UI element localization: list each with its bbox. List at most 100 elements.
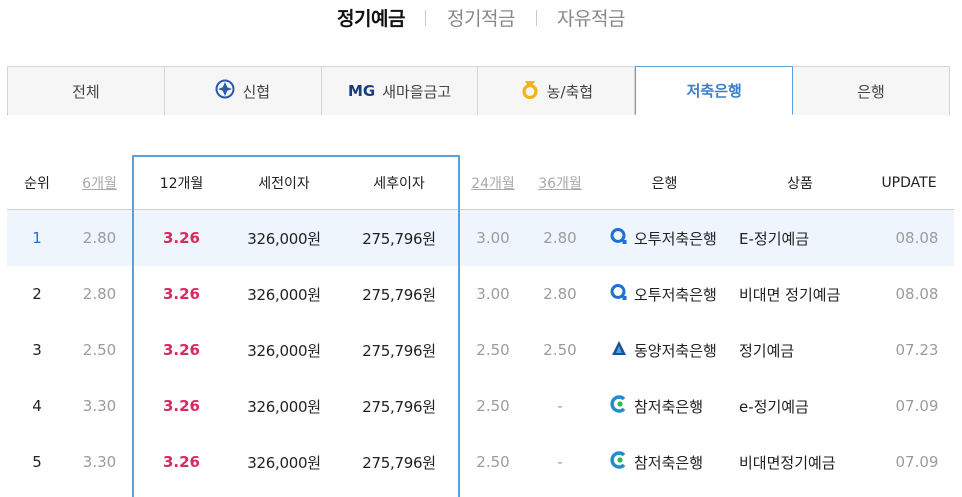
rate-12-month: 3.26	[162, 285, 200, 303]
pretax-interest: 326,000원	[247, 285, 321, 304]
tab-fixed-deposit[interactable]: 정기예금	[333, 4, 409, 31]
shinhyup-logo-icon	[215, 79, 235, 103]
pretax-interest: 326,000원	[247, 397, 321, 416]
table-row[interactable]: 1 2.80 3.26 326,000원 275,796원 3.00 2.80 …	[7, 210, 954, 266]
rank-value: 2	[32, 285, 42, 303]
bank-name: 오투저축은행	[634, 285, 717, 304]
header-36-month[interactable]: 36개월	[524, 155, 596, 210]
rate-6-month: 2.50	[82, 341, 117, 359]
pretax-interest: 326,000원	[247, 229, 321, 248]
rate-table: 순위 6개월 12개월 세전이자 세후이자 24개월 36개월 은행 상품 UP…	[7, 155, 954, 490]
dongyang-bank-logo-icon	[610, 339, 628, 361]
bank-name-link[interactable]: 동양저축은행	[610, 322, 735, 378]
tab-shinhyup[interactable]: 신협	[164, 67, 322, 115]
header-24-month[interactable]: 24개월	[462, 155, 524, 210]
rate-36-month: 2.80	[543, 285, 577, 303]
header-pretax-interest: 세전이자	[258, 175, 310, 192]
bank-name-link[interactable]: 오투저축은행	[610, 210, 735, 266]
rate-12-month: 3.26	[162, 341, 200, 359]
rate-24-month: 3.00	[476, 285, 510, 303]
update-date: 08.08	[895, 229, 939, 247]
tab-label: 새마을금고	[382, 82, 452, 101]
table-row[interactable]: 2 2.80 3.26 326,000원 275,796원 3.00 2.80 …	[7, 266, 954, 322]
bank-name-link[interactable]: 참저축은행	[610, 434, 735, 490]
rate-36-month: -	[557, 453, 563, 471]
aftertax-interest: 275,796원	[362, 397, 436, 416]
pretax-interest: 326,000원	[247, 341, 321, 360]
rate-6-month: 3.30	[82, 453, 117, 471]
tab-installment-savings[interactable]: 정기적금	[443, 4, 519, 31]
tab-nonghyup[interactable]: 농/축협	[478, 67, 636, 115]
tab-saemaeul[interactable]: MG 새마을금고	[321, 67, 479, 115]
tab-bank[interactable]: 은행	[793, 67, 950, 115]
tab-free-savings[interactable]: 자유적금	[553, 4, 629, 31]
header-divider	[7, 209, 954, 210]
product-name-link[interactable]: 비대면정기예금	[739, 434, 869, 490]
rate-12-month: 3.26	[162, 397, 200, 415]
rate-6-month: 2.80	[82, 229, 117, 247]
header-aftertax-interest: 세후이자	[373, 175, 425, 192]
rank-value: 3	[32, 341, 42, 359]
institution-tabs: 전체 신협 MG 새마을금고 농/축협 저축은행 은행	[7, 66, 950, 115]
bank-name-link[interactable]: 오투저축은행	[610, 266, 735, 322]
rank-value: 5	[32, 453, 42, 471]
header-bank: 은행	[651, 175, 678, 192]
tab-divider	[425, 9, 427, 26]
tab-label: 은행	[857, 82, 885, 101]
rate-24-month: 2.50	[476, 341, 510, 359]
pretax-interest: 326,000원	[247, 453, 321, 472]
rate-24-month: 3.00	[476, 229, 510, 247]
rate-6-month: 3.30	[82, 397, 117, 415]
cham-bank-logo-icon	[610, 395, 628, 417]
table-row[interactable]: 3 2.50 3.26 326,000원 275,796원 2.50 2.50 …	[7, 322, 954, 378]
tab-label: 저축은행	[686, 82, 742, 100]
rate-36-month: -	[557, 397, 563, 415]
nonghyup-logo-icon	[520, 79, 540, 103]
table-header-row: 순위 6개월 12개월 세전이자 세후이자 24개월 36개월 은행 상품 UP…	[7, 155, 954, 210]
rank-value: 4	[32, 397, 42, 415]
table-row[interactable]: 4 3.30 3.26 326,000원 275,796원 2.50 - 참저축…	[7, 378, 954, 434]
tab-divider	[535, 9, 537, 26]
tab-savings-bank[interactable]: 저축은행	[635, 66, 794, 115]
rate-24-month: 2.50	[476, 397, 510, 415]
tab-all[interactable]: 전체	[8, 67, 165, 115]
deposit-type-tabs: 정기예금 정기적금 자유적금	[0, 4, 962, 31]
rank-value: 1	[32, 229, 42, 247]
o2-bank-logo-icon	[610, 283, 628, 305]
o2-bank-logo-icon	[610, 227, 628, 249]
aftertax-interest: 275,796원	[362, 285, 436, 304]
rate-24-month: 2.50	[476, 453, 510, 471]
update-date: 07.23	[895, 341, 939, 359]
aftertax-interest: 275,796원	[362, 453, 436, 472]
update-date: 08.08	[895, 285, 939, 303]
product-name-link[interactable]: 비대면 정기예금	[739, 266, 869, 322]
rate-36-month: 2.50	[543, 341, 577, 359]
aftertax-interest: 275,796원	[362, 229, 436, 248]
bank-name-link[interactable]: 참저축은행	[610, 378, 735, 434]
header-12-month: 12개월	[159, 175, 204, 192]
header-product: 상품	[787, 175, 813, 192]
tab-label: 농/축협	[546, 82, 594, 101]
bank-name: 참저축은행	[634, 397, 704, 416]
rate-36-month: 2.80	[543, 229, 577, 247]
update-date: 07.09	[895, 453, 939, 471]
tab-label: 신협	[242, 82, 271, 101]
cham-bank-logo-icon	[610, 451, 628, 473]
header-rank: 순위	[24, 175, 50, 192]
rate-12-month: 3.26	[162, 453, 200, 471]
rate-12-month: 3.26	[162, 229, 200, 247]
tab-label: 전체	[72, 82, 100, 101]
product-name-link[interactable]: 정기예금	[739, 322, 869, 378]
rate-6-month: 2.80	[82, 285, 117, 303]
header-6-month[interactable]: 6개월	[67, 155, 132, 210]
product-name-link[interactable]: E-정기예금	[739, 210, 869, 266]
bank-name: 동양저축은행	[634, 341, 717, 360]
product-name-link[interactable]: e-정기예금	[739, 378, 869, 434]
mg-logo-icon: MG	[347, 82, 376, 100]
table-row[interactable]: 5 3.30 3.26 326,000원 275,796원 2.50 - 참저축…	[7, 434, 954, 490]
bank-name: 오투저축은행	[634, 229, 717, 248]
aftertax-interest: 275,796원	[362, 341, 436, 360]
update-date: 07.09	[895, 397, 939, 415]
header-update: UPDATE	[881, 174, 937, 191]
bank-name: 참저축은행	[634, 453, 704, 472]
